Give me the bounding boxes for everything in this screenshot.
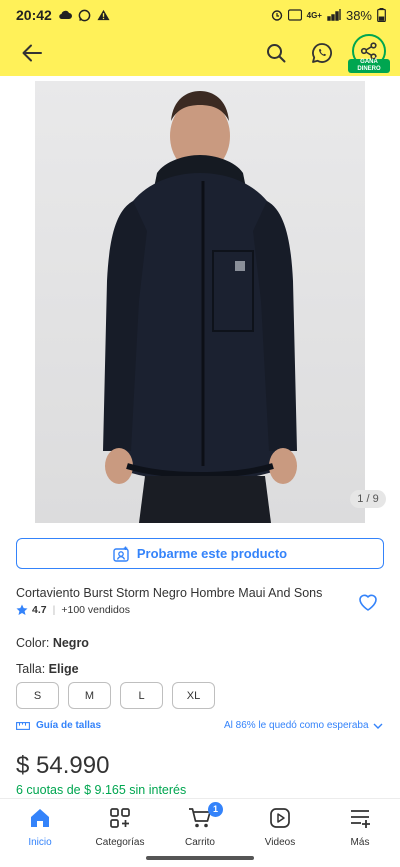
battery-icon	[377, 8, 386, 22]
home-indicator	[146, 856, 254, 860]
product-gallery[interactable]	[0, 76, 400, 526]
nav-videos[interactable]: Videos	[240, 799, 320, 850]
product-price: $ 54.990	[16, 752, 110, 779]
signal-icon	[327, 9, 341, 21]
nav-videos-label: Videos	[264, 837, 296, 848]
color-row: Color: Negro	[16, 636, 89, 650]
color-value: Negro	[52, 636, 89, 650]
nav-categories[interactable]: Categorías	[80, 799, 160, 850]
product-title: Cortaviento Burst Storm Negro Hombre Mau…	[16, 586, 323, 600]
nav-more-label: Más	[350, 837, 370, 848]
play-icon	[269, 807, 291, 829]
search-icon	[267, 44, 286, 63]
size-option-s[interactable]: S	[16, 682, 59, 709]
share-earn-badge: GANÁ DINERO	[348, 59, 390, 73]
size-label: Talla:	[16, 662, 46, 676]
favorite-button[interactable]	[356, 590, 380, 614]
alarm-icon	[271, 9, 283, 21]
size-value: Elige	[48, 662, 79, 676]
try-on-label: Probarme este producto	[136, 546, 288, 561]
nav-home-label: Inicio	[28, 837, 52, 848]
jacket-model-image	[103, 91, 297, 523]
camera-person-icon	[113, 546, 129, 562]
color-label: Color:	[16, 636, 50, 650]
product-photo	[35, 81, 365, 523]
try-on-button[interactable]: Probarme este producto	[16, 538, 384, 569]
home-icon	[29, 807, 51, 829]
nav-cart[interactable]: 1 Carrito	[160, 799, 240, 850]
app-header: GANÁ DINERO	[0, 30, 400, 76]
rating-separator: |	[52, 604, 56, 616]
fit-feedback-text: Al 86% le quedó como esperaba	[224, 720, 369, 731]
gallery-counter: 1 / 9	[350, 490, 386, 508]
nav-more[interactable]: Más	[320, 799, 400, 850]
arrow-left-icon	[22, 44, 42, 62]
warning-icon	[97, 9, 110, 21]
fit-feedback-link[interactable]: Al 86% le quedó como esperaba	[224, 720, 383, 731]
nav-home[interactable]: Inicio	[0, 799, 80, 850]
size-option-xl[interactable]: XL	[172, 682, 215, 709]
battery-percent: 38%	[345, 7, 372, 23]
whatsapp-share-button[interactable]	[308, 39, 336, 67]
size-option-m[interactable]: M	[68, 682, 111, 709]
menu-plus-icon	[349, 807, 371, 829]
nav-categories-label: Categorías	[95, 837, 145, 848]
size-guide-link[interactable]: Guía de tallas	[16, 720, 101, 731]
installments-info: 6 cuotas de $ 9.165 sin interés	[16, 783, 187, 797]
cloud-icon	[58, 10, 72, 20]
nav-cart-label: Carrito	[184, 837, 215, 848]
back-button[interactable]	[18, 39, 46, 67]
size-guide-label: Guía de tallas	[36, 720, 102, 731]
whatsapp-status-icon	[78, 9, 91, 22]
volte-icon	[287, 9, 302, 21]
bottom-nav: Inicio Categorías 1 Carrito Videos Más	[0, 798, 400, 850]
status-time: 20:42	[16, 7, 52, 23]
cart-count-badge: 1	[208, 802, 223, 817]
whatsapp-icon	[312, 43, 332, 63]
star-icon	[16, 604, 28, 615]
size-options: S M L XL	[16, 682, 215, 709]
ruler-icon	[16, 721, 30, 730]
size-row: Talla: Elige	[16, 662, 79, 676]
search-button[interactable]	[262, 39, 290, 67]
network-type: 4G+	[306, 10, 322, 20]
sold-count: +100 vendidos	[61, 604, 130, 616]
rating-row[interactable]: 4.7 | +100 vendidos	[16, 604, 130, 616]
rating-value: 4.7	[32, 604, 47, 616]
categories-icon	[109, 807, 131, 829]
size-option-l[interactable]: L	[120, 682, 163, 709]
status-bar: 20:42 4G+ 38%	[0, 0, 400, 30]
heart-icon	[359, 594, 377, 611]
share-icon	[360, 42, 377, 60]
chevron-down-icon	[373, 723, 383, 729]
